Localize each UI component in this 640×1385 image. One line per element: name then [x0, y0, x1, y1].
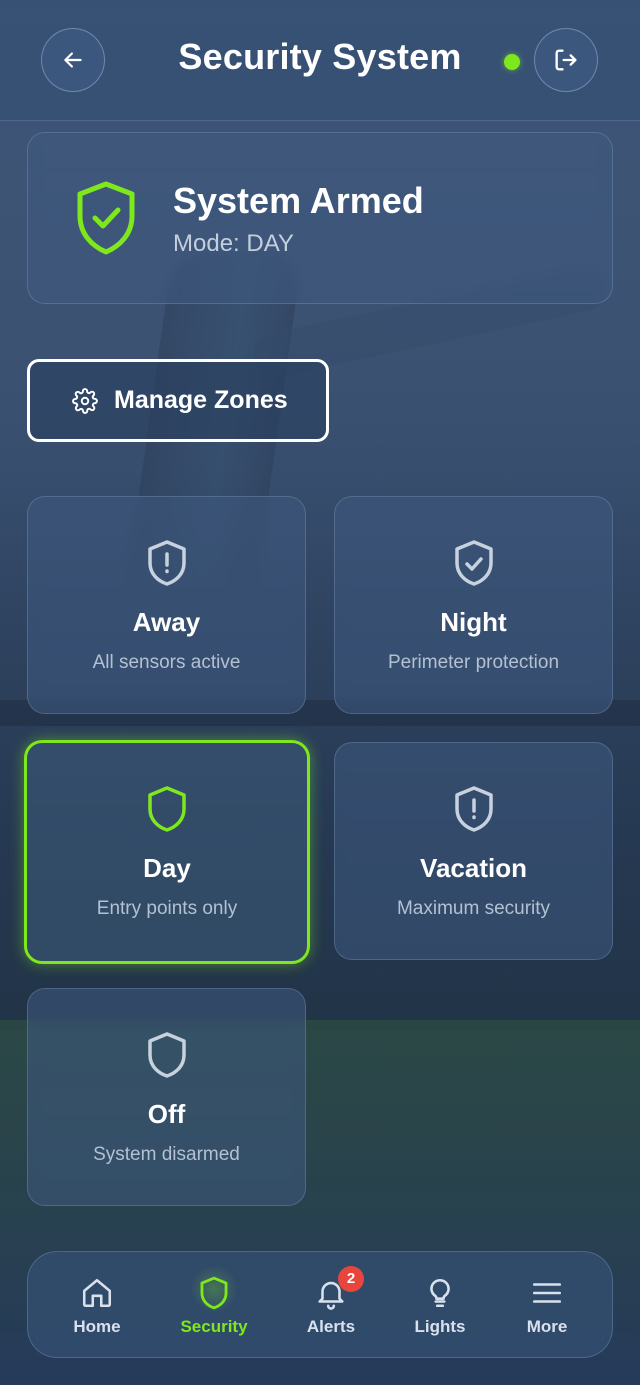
nav-item-security[interactable]: Security — [159, 1252, 269, 1359]
mode-name: Away — [132, 607, 201, 637]
mode-card-off[interactable]: Off System disarmed — [27, 988, 306, 1206]
nav-label: Home — [73, 1317, 121, 1336]
nav-label: Alerts — [306, 1317, 356, 1336]
manage-zones-label: Manage Zones — [114, 386, 288, 414]
shield-icon — [200, 1276, 228, 1310]
manage-zones-button[interactable]: Manage Zones — [27, 359, 329, 442]
system-status-title: System Armed — [173, 180, 424, 221]
menu-icon — [532, 1283, 562, 1303]
alerts-count-badge: 2 — [338, 1266, 364, 1292]
shield-alert-icon — [454, 786, 493, 832]
mode-description: Perimeter protection — [387, 652, 560, 673]
shield-check-icon — [454, 540, 493, 586]
mode-description: Maximum security — [396, 898, 551, 919]
connection-status-dot — [504, 54, 520, 70]
nav-label: Security — [180, 1317, 248, 1336]
mode-name: Off — [147, 1099, 186, 1129]
mode-card-away[interactable]: Away All sensors active — [27, 496, 306, 714]
bottom-navigation: Home Security 2 Alerts Lights More — [27, 1251, 613, 1358]
mode-description: Entry points only — [96, 898, 238, 919]
mode-card-vacation[interactable]: Vacation Maximum security — [334, 742, 613, 960]
mode-card-night[interactable]: Night Perimeter protection — [334, 496, 613, 714]
top-header: Security System — [0, 0, 640, 121]
logout-icon — [555, 49, 577, 71]
home-icon — [82, 1278, 112, 1308]
nav-item-home[interactable]: Home — [42, 1252, 152, 1359]
shield-icon — [148, 786, 186, 832]
lightbulb-icon — [430, 1278, 450, 1308]
nav-item-alerts[interactable]: 2 Alerts — [276, 1252, 386, 1359]
mode-name: Day — [143, 853, 191, 883]
nav-item-lights[interactable]: Lights — [385, 1252, 495, 1359]
mode-description: System disarmed — [93, 1144, 240, 1165]
logout-button[interactable] — [534, 28, 598, 92]
mode-name: Night — [440, 607, 507, 637]
shield-alert-icon — [147, 540, 186, 586]
mode-description: All sensors active — [92, 652, 241, 673]
mode-card-day[interactable]: Day Entry points only — [24, 740, 310, 964]
shield-check-icon — [74, 180, 138, 260]
system-mode-text: Mode: DAY — [173, 230, 294, 257]
nav-label: Lights — [414, 1317, 466, 1336]
nav-label: More — [526, 1317, 568, 1336]
shield-icon — [147, 1032, 186, 1078]
nav-item-more[interactable]: More — [492, 1252, 602, 1359]
mode-name: Vacation — [420, 853, 527, 883]
gear-icon — [72, 387, 98, 414]
